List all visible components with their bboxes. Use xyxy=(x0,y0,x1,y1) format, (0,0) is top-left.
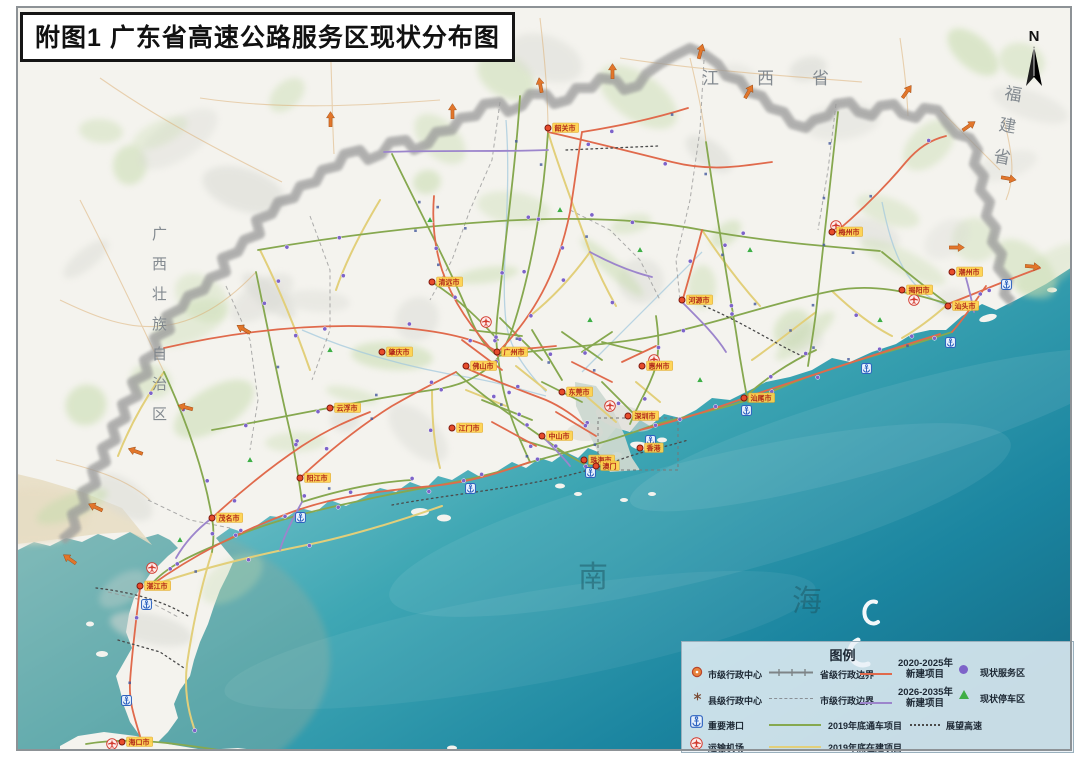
parking-area-icon xyxy=(959,690,969,699)
svg-text:梅州市: 梅州市 xyxy=(839,227,860,236)
port-icon xyxy=(946,338,956,348)
port-icon xyxy=(862,364,872,374)
svg-text:肇庆市: 肇庆市 xyxy=(388,347,410,356)
open-2019-sample xyxy=(769,724,821,726)
map-svg: 韶关市清远市河源市 梅州市潮州市揭阳市汕头市汕尾市 惠州市 广州市东莞市深圳市 佛山市 肇… xyxy=(16,6,1072,751)
proj-2026-sample xyxy=(860,702,892,704)
port-icon xyxy=(586,468,596,478)
port-icon xyxy=(690,715,703,728)
proj-2020-sample xyxy=(860,673,892,675)
legend-prospective: 展望高速 xyxy=(946,719,982,732)
port-icon xyxy=(1002,280,1012,290)
svg-text:广州市: 广州市 xyxy=(504,347,525,356)
svg-text:阳江市: 阳江市 xyxy=(307,473,328,482)
svg-text:东莞市: 东莞市 xyxy=(569,387,590,396)
legend-city-center: 市级行政中心 xyxy=(708,668,762,681)
legend-open-2019: 2019年底通车项目 xyxy=(828,719,902,732)
svg-text:海口市: 海口市 xyxy=(129,737,150,746)
province-boundary-sample xyxy=(768,668,814,677)
map-title: 附图1 广东省高速公路服务区现状分布图 xyxy=(20,12,515,62)
svg-text:汕头市: 汕头市 xyxy=(955,301,976,310)
airport-icon xyxy=(481,317,492,328)
port-icon xyxy=(142,600,152,610)
service-area-icon xyxy=(959,665,968,674)
legend-port: 重要港口 xyxy=(708,719,744,732)
legend-service-area: 现状服务区 xyxy=(980,666,1025,679)
svg-text:澳门: 澳门 xyxy=(603,461,617,470)
construction-2019-sample xyxy=(769,746,821,748)
svg-text:汕尾市: 汕尾市 xyxy=(751,393,772,402)
legend-county-center: 县级行政中心 xyxy=(708,694,762,707)
airport-icon xyxy=(909,295,920,306)
port-icon xyxy=(466,484,476,494)
north-arrow-icon xyxy=(1019,44,1049,90)
map-page: 韶关市清远市河源市 梅州市潮州市揭阳市汕头市汕尾市 惠州市 广州市东莞市深圳市 佛山市 肇… xyxy=(0,0,1080,763)
municipal-boundary-sample xyxy=(769,698,813,699)
svg-text:江门市: 江门市 xyxy=(459,423,480,432)
legend-municipal-boundary: 市级行政边界 xyxy=(820,694,874,707)
svg-text:茂名市: 茂名市 xyxy=(219,513,240,522)
svg-text:湛江市: 湛江市 xyxy=(147,581,168,590)
svg-text:惠州市: 惠州市 xyxy=(649,361,670,370)
legend: 图例 市级行政中心 省级行政边界 2020-2025年 新建项目 现状服务区 县… xyxy=(681,641,1074,753)
svg-text:深圳市: 深圳市 xyxy=(635,411,656,420)
svg-text:河源市: 河源市 xyxy=(689,295,710,304)
svg-text:中山市: 中山市 xyxy=(549,431,570,440)
svg-text:揭阳市: 揭阳市 xyxy=(909,285,930,294)
legend-construction-2019: 2019年底在建项目 xyxy=(828,741,902,754)
airport-icon xyxy=(107,739,118,750)
legend-title: 图例 xyxy=(682,645,1003,664)
legend-airport: 运输机场 xyxy=(708,741,744,754)
svg-text:香港: 香港 xyxy=(646,443,662,452)
airport-icon xyxy=(605,401,616,412)
map-canvas: 韶关市清远市河源市 梅州市潮州市揭阳市汕头市汕尾市 惠州市 广州市东莞市深圳市 佛山市 肇… xyxy=(16,6,1072,751)
airport-icon xyxy=(147,563,158,574)
airport-icon xyxy=(690,737,703,750)
svg-text:清远市: 清远市 xyxy=(439,277,460,286)
port-icon xyxy=(122,696,132,706)
svg-text:潮州市: 潮州市 xyxy=(959,267,980,276)
north-label: N xyxy=(1014,30,1054,44)
legend-parking-area: 现状停车区 xyxy=(980,692,1025,705)
svg-text:韶关市: 韶关市 xyxy=(555,123,576,132)
svg-text:云浮市: 云浮市 xyxy=(337,403,358,412)
svg-text:佛山市: 佛山市 xyxy=(472,361,494,370)
port-icon xyxy=(742,406,752,416)
legend-proj-2020: 2020-2025年 新建项目 xyxy=(898,659,953,680)
county-center-icon xyxy=(693,692,702,701)
port-icon xyxy=(296,513,306,523)
city-center-icon xyxy=(691,666,703,678)
legend-proj-2026: 2026-2035年 新建项目 xyxy=(898,688,953,709)
north-arrow: N xyxy=(1014,30,1054,94)
prospective-sample xyxy=(910,724,940,726)
